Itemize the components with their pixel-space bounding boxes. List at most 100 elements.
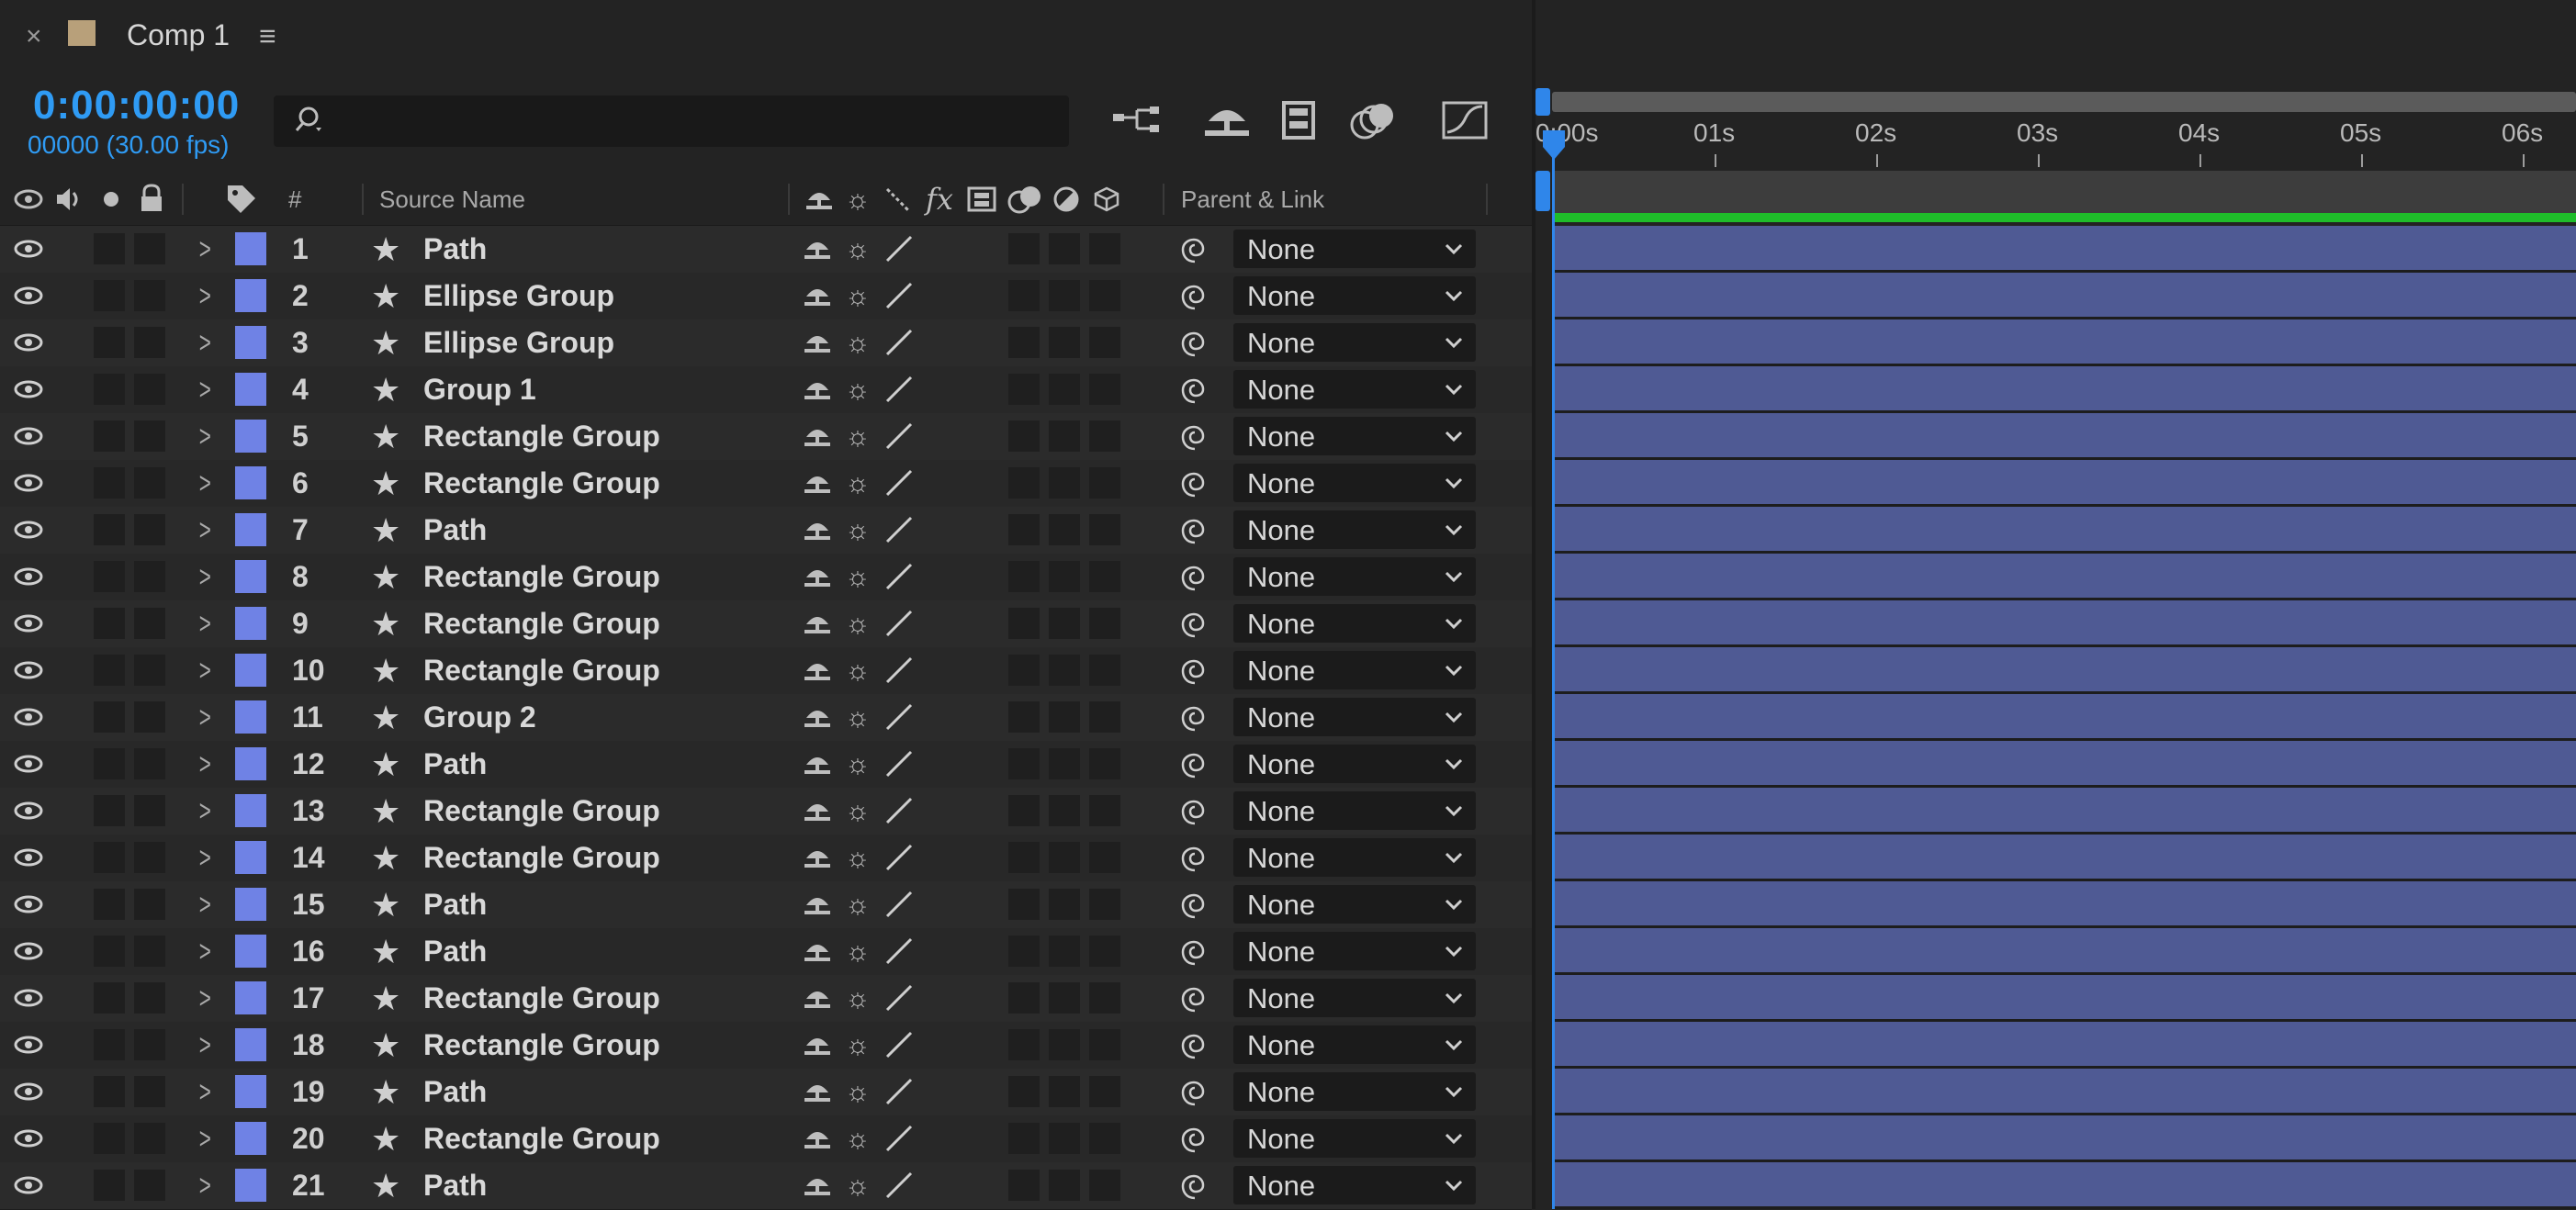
layer-row[interactable]: > 15 ★ Path ☼ None [0,881,1532,929]
expand-chevron-icon[interactable]: > [199,230,211,268]
quality-switch-icon[interactable] [883,795,915,826]
pick-whip-icon[interactable] [1179,1171,1210,1203]
3d-switch[interactable] [1089,1170,1120,1201]
lock-switch[interactable] [134,1123,165,1154]
motion-blur-switch[interactable] [1008,233,1040,264]
motion-blur-switch[interactable] [1008,1076,1040,1107]
label-color-swatch[interactable] [235,373,266,406]
adjustment-switch[interactable] [1049,1123,1080,1154]
layer-duration-bar[interactable] [1554,741,2576,788]
layer-duration-bar[interactable] [1554,975,2576,1022]
eye-icon[interactable] [13,844,44,871]
layer-row[interactable]: > 1 ★ Path ☼ None [0,226,1532,274]
solo-switch[interactable] [94,1123,125,1154]
collapse-switch-icon[interactable]: ☼ [845,1115,871,1162]
close-tab-icon[interactable]: × [26,20,42,53]
3d-switch[interactable] [1089,1029,1120,1060]
3d-switch[interactable] [1089,327,1120,358]
layer-duration-bar[interactable] [1554,928,2576,975]
layer-name[interactable]: Ellipse Group [423,273,614,319]
motion-blur-switch[interactable] [1008,374,1040,405]
collapse-switch-icon[interactable]: ☼ [845,928,871,975]
motion-blur-switch[interactable] [1008,701,1040,733]
label-color-swatch[interactable] [235,1122,266,1155]
pick-whip-icon[interactable] [1179,469,1210,500]
quality-switch-icon[interactable] [883,748,915,779]
adjustment-switch[interactable] [1049,467,1080,499]
layer-row[interactable]: > 10 ★ Rectangle Group ☼ None [0,647,1532,695]
shy-switch-icon[interactable] [803,703,832,731]
shy-switch-icon[interactable] [803,469,832,497]
quality-switch-icon[interactable] [883,514,915,545]
layer-name[interactable]: Group 2 [423,694,536,741]
layer-duration-bar[interactable] [1554,694,2576,741]
layer-duration-bar[interactable] [1554,788,2576,835]
eye-icon[interactable] [13,610,44,637]
motion-blur-switch[interactable] [1008,280,1040,311]
label-color-swatch[interactable] [235,1028,266,1061]
layer-name[interactable]: Rectangle Group [423,554,660,600]
expand-chevron-icon[interactable]: > [199,979,211,1017]
pick-whip-icon[interactable] [1179,984,1210,1015]
quality-switch-icon[interactable] [883,982,915,1014]
shy-switch-icon[interactable] [803,282,832,309]
layer-row[interactable]: > 17 ★ Rectangle Group ☼ None [0,975,1532,1023]
shy-switch-icon[interactable] [803,235,832,263]
search-field[interactable] [274,95,1069,147]
motion-blur-switch[interactable] [1008,327,1040,358]
shy-switch-icon[interactable] [803,1031,832,1059]
3d-switch[interactable] [1089,561,1120,592]
adjustment-switch[interactable] [1049,982,1080,1014]
shy-switch-icon[interactable] [803,1078,832,1105]
lock-switch[interactable] [134,420,165,452]
solo-switch[interactable] [94,748,125,779]
pick-whip-icon[interactable] [1179,610,1210,641]
layer-row[interactable]: > 13 ★ Rectangle Group ☼ None [0,788,1532,835]
collapse-switch-icon[interactable]: ☼ [845,1162,871,1209]
solo-header-icon[interactable] [96,184,127,215]
quality-switch-icon[interactable] [883,889,915,920]
eye-icon[interactable] [13,563,44,590]
layer-name[interactable]: Path [423,226,487,273]
pick-whip-icon[interactable] [1179,563,1210,594]
time-navigator-bar[interactable] [1552,92,2576,112]
3d-switch[interactable] [1089,514,1120,545]
eye-icon[interactable] [13,750,44,778]
motion-blur-switch[interactable] [1008,748,1040,779]
shy-layers-icon[interactable] [1199,97,1254,143]
3d-switch[interactable] [1089,701,1120,733]
layer-name[interactable]: Ellipse Group [423,319,614,366]
label-color-swatch[interactable] [235,794,266,827]
layer-name[interactable]: Group 1 [423,366,536,413]
3d-switch[interactable] [1089,608,1120,639]
expand-chevron-icon[interactable]: > [199,1166,211,1204]
work-area-bar[interactable] [1552,171,2576,213]
layer-name[interactable]: Rectangle Group [423,975,660,1022]
motion-blur-icon[interactable] [1344,97,1400,143]
eye-icon[interactable] [13,1171,44,1199]
shy-switch-icon[interactable] [803,984,832,1012]
adjustment-switch[interactable] [1049,374,1080,405]
adjustment-switch[interactable] [1049,233,1080,264]
layer-duration-bar[interactable] [1554,647,2576,694]
adjustment-switch[interactable] [1049,655,1080,686]
collapse-switch-icon[interactable]: ☼ [845,554,871,600]
source-name-header[interactable]: Source Name [379,174,525,225]
adjustment-switch[interactable] [1049,889,1080,920]
layer-name[interactable]: Rectangle Group [423,788,660,835]
quality-switch-icon[interactable] [883,842,915,873]
adjustment-switch[interactable] [1049,936,1080,967]
collapse-switch-icon[interactable]: ☼ [845,413,871,460]
label-color-swatch[interactable] [235,513,266,546]
adjustment-switch[interactable] [1049,608,1080,639]
layer-duration-bar[interactable] [1554,600,2576,647]
lock-switch[interactable] [134,327,165,358]
solo-switch[interactable] [94,233,125,264]
lock-switch[interactable] [134,374,165,405]
eye-icon[interactable] [13,516,44,543]
layer-duration-bar[interactable] [1554,366,2576,413]
lock-switch[interactable] [134,514,165,545]
eye-icon[interactable] [13,329,44,356]
collapse-switch-icon[interactable]: ☼ [845,600,871,647]
lock-switch[interactable] [134,1076,165,1107]
